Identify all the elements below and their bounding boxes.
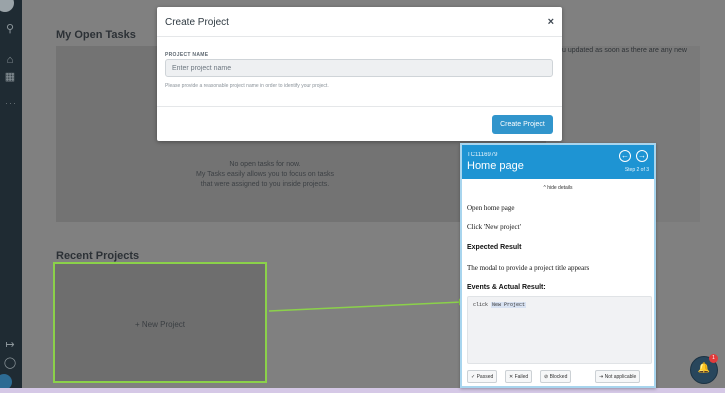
create-project-modal: Create Project × PROJECT NAME Please pro… (157, 7, 562, 141)
project-name-label: PROJECT NAME (165, 52, 209, 58)
hide-details-toggle[interactable]: ^ hide details (462, 185, 654, 191)
close-icon[interactable]: × (548, 16, 554, 28)
test-case-header: TC1116979 Home page ← → Step 2 of 3 (462, 145, 654, 179)
chat-icon[interactable]: ◯ (3, 356, 17, 370)
bell-icon: 🔔 (697, 363, 711, 374)
empty-tasks-line2: that were assigned to you inside project… (200, 181, 330, 188)
new-project-label: + New Project (134, 320, 186, 329)
my-open-tasks-title: My Open Tasks (56, 29, 136, 41)
blocked-button[interactable]: ⊘ Blocked (540, 370, 572, 383)
not-applicable-button[interactable]: ⇥ Not applicable (595, 370, 641, 383)
empty-tasks-title: No open tasks for now. (229, 161, 301, 168)
empty-tasks-message: No open tasks for now. My Tasks easily a… (185, 160, 345, 190)
search-icon[interactable]: ⚲ (3, 22, 17, 36)
recent-projects-title: Recent Projects (56, 250, 140, 262)
event-action: click (473, 302, 489, 308)
left-sidebar: ⚲ ⌂ ▦ ··· ↦ ◯ (0, 0, 22, 393)
events-heading: Events & Actual Result: (467, 284, 546, 291)
calendar-icon[interactable]: ▦ (3, 70, 17, 84)
home-icon[interactable]: ⌂ (3, 53, 17, 67)
create-project-button[interactable]: Create Project (492, 115, 553, 134)
event-target: New Project (491, 302, 527, 308)
prev-step-icon[interactable]: ← (619, 150, 631, 162)
modal-footer: Create Project (157, 106, 562, 141)
step-indicator: Step 2 of 3 (624, 167, 649, 173)
more-dots-icon[interactable]: ··· (5, 98, 17, 108)
step-line-1: Open home page (467, 204, 515, 212)
project-name-input[interactable] (165, 59, 553, 77)
user-avatar[interactable] (0, 0, 14, 12)
expected-result-text: The modal to provide a project title app… (467, 264, 590, 272)
updates-text: u updated as soon as there are any new (562, 47, 687, 54)
step-line-2: Click 'New project' (467, 223, 521, 231)
project-name-help: Please provide a reasonable project name… (165, 83, 329, 89)
new-project-card[interactable]: + New Project (53, 262, 267, 383)
logout-icon[interactable]: ↦ (3, 338, 17, 352)
passed-button[interactable]: ✓ Passed (467, 370, 498, 383)
expected-result-heading: Expected Result (467, 244, 522, 251)
test-case-id: TC1116979 (467, 152, 498, 158)
event-entry: click New Project (473, 302, 527, 308)
notification-count: 1 (709, 354, 718, 363)
next-step-icon[interactable]: → (636, 150, 648, 162)
bottom-border (0, 388, 725, 393)
notification-button[interactable]: 🔔 1 (690, 354, 718, 384)
modal-title: Create Project (165, 17, 229, 28)
test-case-name: Home page (467, 160, 524, 172)
events-log[interactable]: click New Project (467, 296, 652, 364)
modal-header: Create Project × (157, 7, 562, 37)
failed-button[interactable]: ✕ Failed (505, 370, 533, 383)
test-case-panel: TC1116979 Home page ← → Step 2 of 3 ^ hi… (460, 143, 656, 388)
empty-tasks-line1: My Tasks easily allows you to focus on t… (196, 171, 334, 178)
